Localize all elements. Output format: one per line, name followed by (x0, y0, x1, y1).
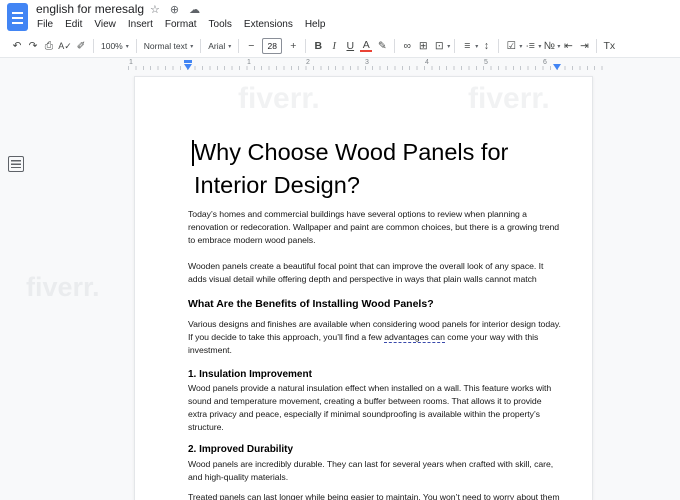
paint-format-icon[interactable]: ✐ (73, 40, 89, 52)
paragraph-clipped: Treated panels can last longer while bei… (188, 491, 564, 500)
align-icon[interactable]: ≡ (459, 40, 475, 52)
toolbar: ↶ ↷ ⎙ A✓ ✐ 100% ▾ Normal text ▾ Arial ▾ … (0, 35, 680, 58)
document-heading-3-durability: 2. Improved Durability (188, 443, 564, 456)
titlebar: english for meresalg ☆ ⊕ ☁ File Edit Vie… (0, 0, 680, 35)
page-content: Why Choose Wood Panels for Interior Desi… (135, 77, 592, 500)
insert-link-icon[interactable]: ∞ (399, 40, 415, 52)
document-status-cloud-icon[interactable]: ☁ (189, 3, 200, 16)
chevron-down-icon: ▾ (228, 43, 231, 50)
clear-formatting-icon[interactable]: Tx (601, 40, 617, 52)
suggestion-underlined-text[interactable]: advantages can (384, 332, 445, 343)
menu-file[interactable]: File (31, 17, 59, 32)
toolbar-separator (596, 39, 597, 53)
undo-icon[interactable]: ↶ (9, 40, 25, 52)
toolbar-separator (394, 39, 395, 53)
document-page[interactable]: Why Choose Wood Panels for Interior Desi… (134, 76, 593, 500)
document-heading-3-insulation: 1. Insulation Improvement (188, 368, 564, 381)
ruler-number: 2 (304, 59, 312, 66)
toolbar-separator (200, 39, 201, 53)
italic-icon[interactable]: I (326, 41, 342, 52)
menu-view[interactable]: View (88, 17, 122, 32)
line-spacing-icon[interactable]: ↕ (478, 40, 494, 52)
left-indent-marker[interactable] (184, 64, 192, 70)
toolbar-separator (305, 39, 306, 53)
decrease-font-size-button[interactable]: − (243, 40, 259, 52)
heading-line: Why Choose Wood Panels for (194, 136, 564, 169)
menu-help[interactable]: Help (299, 17, 332, 32)
font-select[interactable]: Arial ▾ (205, 41, 234, 51)
paragraph-style-select[interactable]: Normal text ▾ (141, 41, 196, 51)
document-title[interactable]: english for meresalg (36, 2, 144, 16)
toolbar-separator (136, 39, 137, 53)
toolbar-separator (498, 39, 499, 53)
ruler-number: 1 (245, 59, 253, 66)
ruler-number: 1 (127, 59, 135, 66)
ruler-number: 6 (541, 59, 549, 66)
chevron-down-icon: ▾ (190, 43, 193, 50)
increase-indent-icon[interactable]: ⇥ (576, 40, 592, 52)
redo-icon[interactable]: ↷ (25, 40, 41, 52)
toolbar-separator (93, 39, 94, 53)
ruler-number: 5 (482, 59, 490, 66)
decrease-indent-icon[interactable]: ⇤ (560, 40, 576, 52)
first-line-indent-marker[interactable] (184, 60, 192, 63)
increase-font-size-button[interactable]: + (285, 40, 301, 52)
checklist-icon[interactable]: ☑ (503, 40, 519, 52)
zoom-select[interactable]: 100% ▾ (98, 41, 132, 51)
menubar: File Edit View Insert Format Tools Exten… (31, 17, 331, 32)
document-heading-2: What Are the Benefits of Installing Wood… (188, 298, 564, 311)
spellcheck-icon[interactable]: A✓ (57, 41, 73, 52)
chevron-down-icon[interactable]: ▾ (447, 43, 450, 50)
menu-format[interactable]: Format (159, 17, 203, 32)
move-folder-icon[interactable]: ⊕ (170, 3, 179, 16)
font-size-input[interactable]: 28 (262, 38, 282, 54)
menu-extensions[interactable]: Extensions (238, 17, 299, 32)
print-icon[interactable]: ⎙ (41, 40, 57, 53)
menu-insert[interactable]: Insert (122, 17, 159, 32)
document-heading-1: Why Choose Wood Panels for Interior Desi… (188, 136, 564, 202)
docs-logo-icon[interactable] (7, 3, 28, 31)
underline-icon[interactable]: U (342, 40, 358, 52)
bulleted-list-icon[interactable]: ∙≡ (522, 40, 538, 52)
paragraph-benefits: Various designs and finishes are availab… (188, 318, 564, 357)
right-indent-marker[interactable] (553, 64, 561, 70)
paragraph-durability: Wood panels are incredibly durable. They… (188, 458, 564, 484)
toolbar-separator (238, 39, 239, 53)
chevron-down-icon: ▾ (126, 43, 129, 50)
horizontal-ruler[interactable]: 1 1 2 3 4 5 6 (0, 58, 680, 72)
menu-edit[interactable]: Edit (59, 17, 88, 32)
numbered-list-icon[interactable]: № (541, 40, 557, 52)
text-cursor (192, 140, 194, 166)
heading-line: Interior Design? (194, 169, 564, 202)
highlight-color-icon[interactable]: ✎ (374, 40, 390, 52)
menu-tools[interactable]: Tools (203, 17, 238, 32)
ruler-number: 4 (423, 59, 431, 66)
line-with-suggestion: If you decide to take this approach, you… (188, 331, 564, 344)
ruler-number: 3 (363, 59, 371, 66)
add-comment-icon[interactable]: ⊞ (415, 40, 431, 52)
google-docs-window: english for meresalg ☆ ⊕ ☁ File Edit Vie… (0, 0, 680, 500)
insert-image-icon[interactable]: ⊡ (431, 40, 447, 52)
bold-icon[interactable]: B (310, 40, 326, 52)
paragraph-intro-2: Wooden panels create a beautiful focal p… (188, 260, 564, 286)
document-outline-icon[interactable] (8, 156, 24, 172)
paragraph-insulation: Wood panels provide a natural insulation… (188, 382, 564, 434)
paragraph-intro-1: Today’s homes and commercial buildings h… (188, 208, 564, 247)
ruler-ticks (128, 66, 604, 70)
toolbar-separator (454, 39, 455, 53)
star-icon[interactable]: ☆ (150, 3, 160, 16)
text-color-icon[interactable]: A (360, 40, 372, 52)
